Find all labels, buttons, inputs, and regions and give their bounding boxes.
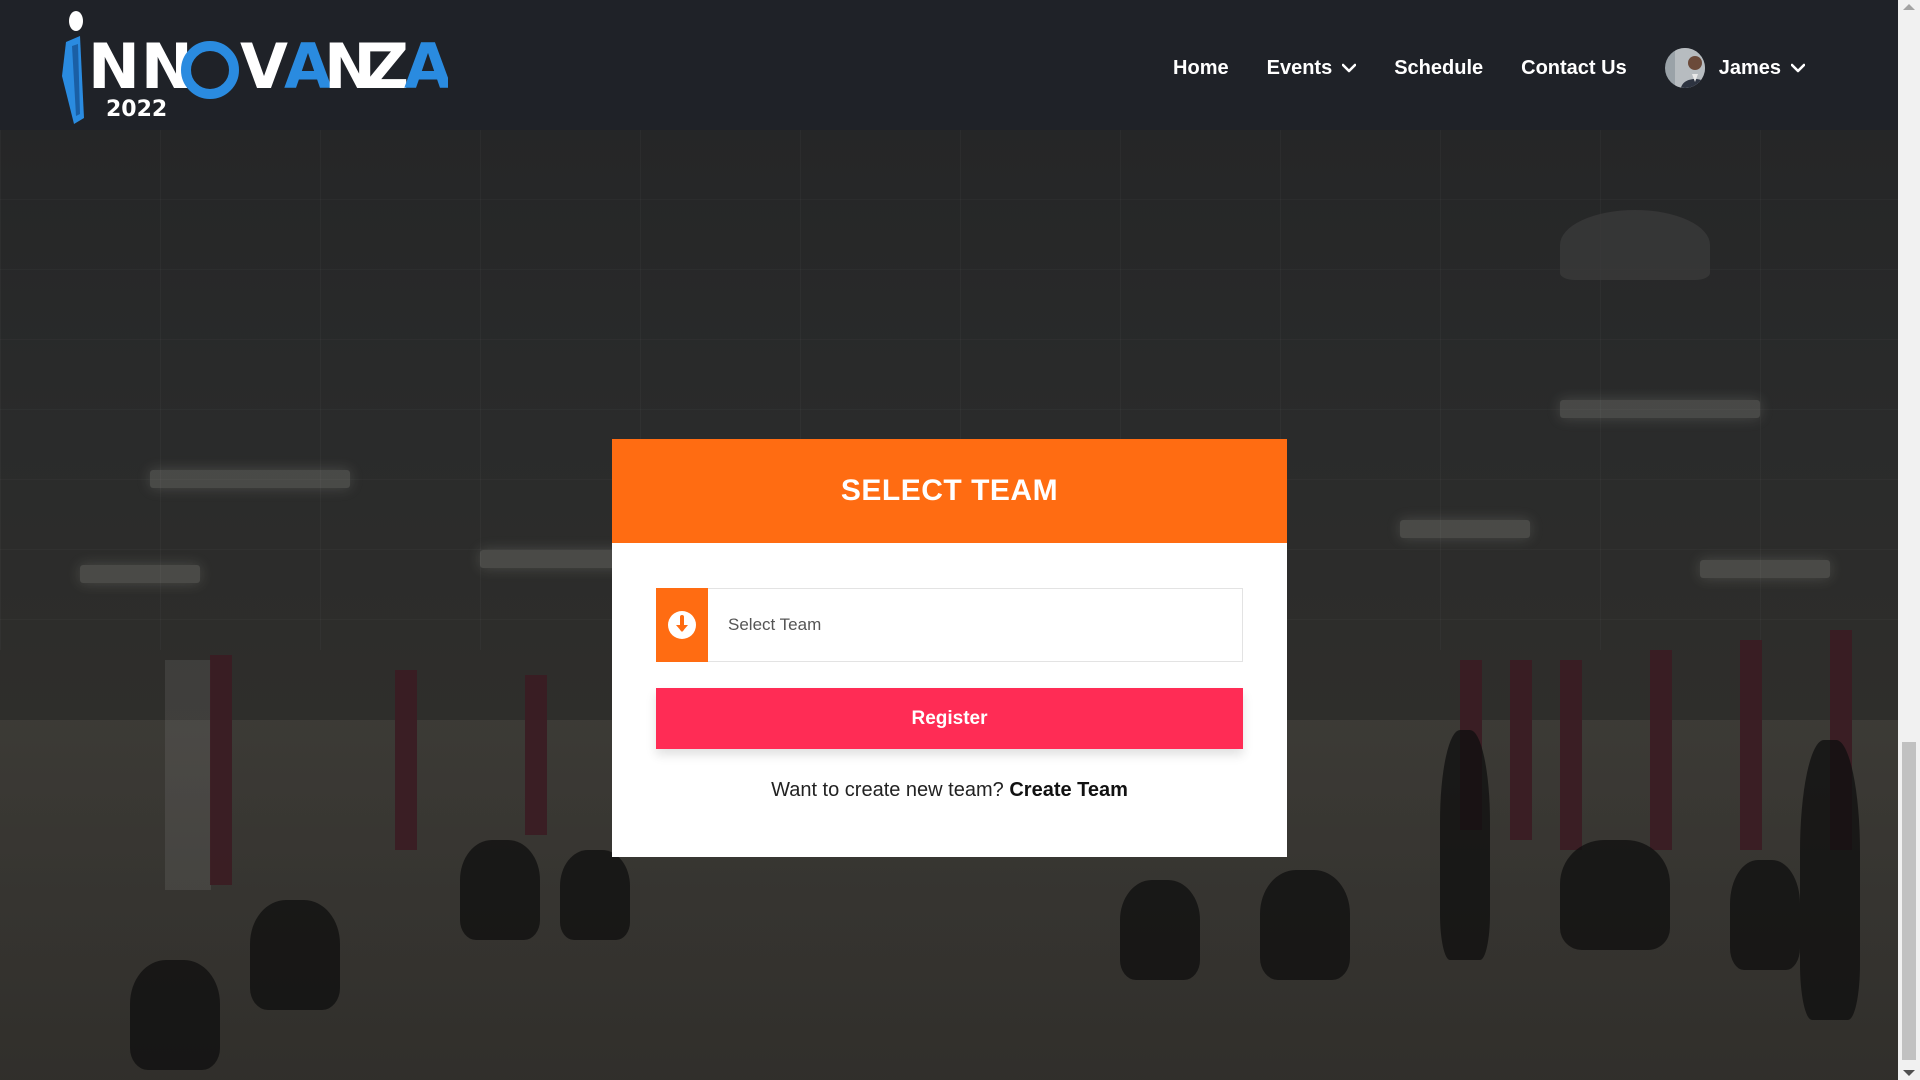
create-team-text: Want to create new team? bbox=[771, 779, 1004, 801]
ceiling-light bbox=[1560, 400, 1760, 418]
chevron-down-icon bbox=[1342, 63, 1357, 73]
brand-logo[interactable]: NN V A N Z A 2022 bbox=[58, 6, 452, 126]
team-select[interactable]: Select Team bbox=[656, 588, 1243, 662]
team-select-placeholder: Select Team bbox=[728, 615, 822, 634]
chevron-down-icon bbox=[1791, 63, 1805, 73]
svg-text:Z: Z bbox=[364, 30, 409, 103]
person-silhouette bbox=[560, 850, 630, 940]
person-silhouette bbox=[1560, 840, 1670, 950]
create-team-prompt: Want to create new team? Create Team bbox=[612, 779, 1287, 802]
site-header: NN V A N Z A 2022 Home Events Schedule C… bbox=[0, 0, 1898, 130]
nav-contact-label: Contact Us bbox=[1521, 56, 1627, 79]
svg-text:NN: NN bbox=[88, 30, 194, 103]
select-team-card: SELECT TEAM Select Team Register Want to… bbox=[612, 439, 1287, 857]
curtain bbox=[395, 670, 417, 850]
person-silhouette bbox=[1260, 870, 1350, 980]
nav-home-label: Home bbox=[1173, 56, 1229, 79]
nav-contact-us[interactable]: Contact Us bbox=[1521, 57, 1627, 80]
innovanza-logo-icon: NN V A N Z A 2022 bbox=[62, 11, 452, 124]
ceiling-fan bbox=[1560, 210, 1710, 280]
nav-schedule-label: Schedule bbox=[1394, 56, 1484, 79]
arrow-down-circle-icon bbox=[668, 611, 696, 639]
card-header: SELECT TEAM bbox=[612, 439, 1287, 543]
curtain bbox=[1560, 660, 1582, 850]
scroll-up-arrow-icon[interactable] bbox=[1903, 4, 1915, 10]
select-icon-box bbox=[656, 588, 708, 662]
curtain bbox=[1510, 660, 1532, 840]
curtain bbox=[210, 655, 232, 885]
person-silhouette bbox=[460, 840, 540, 940]
nav-home[interactable]: Home bbox=[1173, 57, 1229, 80]
main-nav: Home Events Schedule Contact Us James bbox=[1135, 48, 1805, 88]
card-title: SELECT TEAM bbox=[840, 474, 1059, 507]
ceiling-light bbox=[80, 565, 200, 583]
scroll-down-arrow-icon[interactable] bbox=[1903, 1070, 1915, 1076]
ceiling-light bbox=[480, 550, 630, 568]
create-team-link[interactable]: Create Team bbox=[1009, 779, 1128, 801]
user-menu[interactable]: James bbox=[1664, 48, 1805, 88]
svg-text:V: V bbox=[240, 30, 288, 103]
user-avatar-icon bbox=[1674, 48, 1705, 88]
person-silhouette bbox=[250, 900, 340, 1010]
curtain bbox=[525, 675, 547, 835]
ceiling-light bbox=[150, 470, 350, 488]
page-scrollbar[interactable] bbox=[1898, 0, 1920, 1080]
curtain bbox=[1650, 650, 1672, 850]
avatar bbox=[1664, 48, 1705, 88]
nav-events[interactable]: Events bbox=[1267, 57, 1357, 80]
register-button[interactable]: Register bbox=[656, 688, 1243, 749]
person-silhouette bbox=[1440, 730, 1490, 960]
svg-text:2022: 2022 bbox=[106, 97, 167, 122]
ceiling-light bbox=[1700, 560, 1830, 578]
nav-schedule[interactable]: Schedule bbox=[1394, 57, 1483, 80]
scroll-thumb[interactable] bbox=[1902, 742, 1916, 1060]
user-name: James bbox=[1718, 56, 1781, 79]
svg-text:A: A bbox=[404, 30, 448, 103]
person-silhouette bbox=[1800, 740, 1860, 1020]
person-silhouette bbox=[130, 960, 220, 1070]
window bbox=[165, 660, 211, 890]
ceiling-light bbox=[1400, 520, 1530, 538]
curtain bbox=[1740, 640, 1762, 850]
person-silhouette bbox=[1120, 880, 1200, 980]
person-silhouette bbox=[1730, 860, 1800, 970]
nav-events-label: Events bbox=[1266, 56, 1333, 79]
